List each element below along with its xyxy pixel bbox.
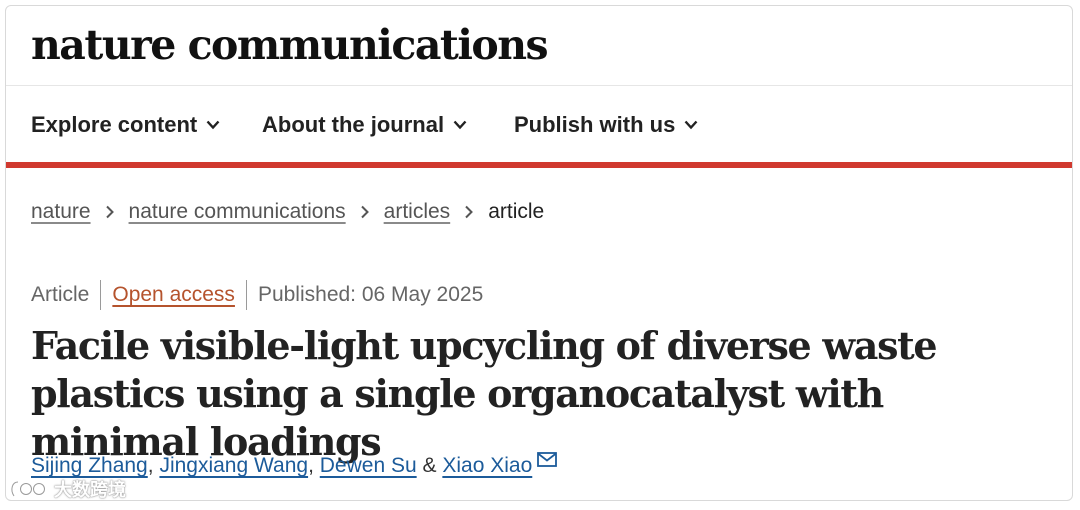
author-link[interactable]: Jingxiang Wang [159,454,308,478]
author-separator: , [147,454,154,477]
main-nav: Explore content About the journal Publis… [6,86,1072,162]
nav-label: Explore content [31,112,198,137]
chevron-right-icon [464,205,474,219]
author-link[interactable]: Dewen Su [320,454,417,478]
journal-logo[interactable]: nature communications [31,20,549,70]
article-meta: Article Open access Published: 06 May 20… [31,280,483,310]
author-link[interactable]: Sijing Zhang [31,454,148,478]
author-separator: & [422,454,437,477]
author-link[interactable]: Xiao Xiao [442,454,532,478]
breadcrumb-current: article [488,200,545,223]
watermark-text: 大数跨境 [54,480,126,500]
nav-about-journal[interactable]: About the journal [262,112,467,138]
breadcrumb: nature nature communications articles ar… [31,200,544,224]
open-access-link[interactable]: Open access [112,283,235,307]
site-header: nature communications [6,6,1072,86]
chevron-right-icon [105,205,115,219]
author-separator: , [308,454,314,477]
nav-label: Publish with us [514,112,676,137]
nav-accent-rule [6,162,1072,168]
meta-divider [245,280,247,310]
published-date: Published: 06 May 2025 [257,283,484,306]
chevron-down-icon [453,120,467,130]
breadcrumb-nature-communications[interactable]: nature communications [129,200,346,224]
nav-publish-with-us[interactable]: Publish with us [514,112,698,138]
meta-divider [100,280,102,310]
page-frame: nature communications Explore content Ab… [5,5,1073,501]
chevron-down-icon [684,120,698,130]
chevron-down-icon [206,120,220,130]
watermark-logo-icon [10,480,46,497]
chevron-right-icon [360,205,370,219]
article-type: Article [31,283,90,306]
breadcrumb-articles[interactable]: articles [384,200,451,224]
email-icon[interactable] [537,451,558,467]
author-list: Sijing Zhang, Jingxiang Wang, Dewen Su &… [31,451,558,478]
nav-explore-content[interactable]: Explore content [31,112,220,138]
article-title: Facile visible-light upcycling of divers… [31,323,938,464]
breadcrumb-nature[interactable]: nature [31,200,91,224]
nav-label: About the journal [262,112,445,137]
watermark: 大数跨境 [8,476,126,502]
